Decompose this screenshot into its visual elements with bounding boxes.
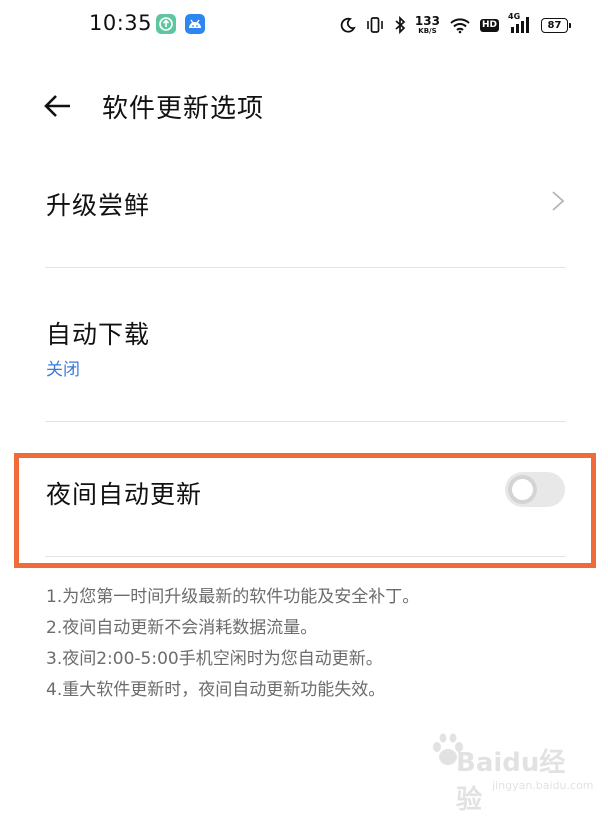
battery-level: 87 (547, 19, 562, 31)
battery-icon: 87 (541, 17, 571, 33)
vibrate-icon (365, 16, 385, 34)
toggle-knob (512, 479, 533, 500)
status-bar: 10:35 133 KB/S HD 4G 87 (0, 0, 608, 50)
net-speed: 133 KB/S (414, 14, 440, 35)
auto-download-label: 自动下载 (46, 320, 151, 349)
page-title: 软件更新选项 (102, 94, 265, 124)
watermark-sub: jingyan.baidu.com (492, 779, 594, 792)
auto-download-value: 关闭 (46, 360, 80, 380)
upgrade-preview-label: 升级尝鲜 (46, 191, 151, 220)
night-auto-update-label: 夜间自动更新 (46, 480, 203, 509)
signal-icon: 4G (508, 12, 532, 34)
status-time: 10:35 (89, 11, 153, 35)
divider (45, 556, 566, 557)
app-green-icon (156, 14, 176, 34)
app-blue-icon (185, 14, 205, 34)
signal-label: 4G (508, 12, 521, 21)
back-arrow-icon[interactable] (43, 91, 73, 121)
chevron-right-icon (550, 189, 566, 213)
wifi-icon (449, 16, 471, 34)
note-item: 4.重大软件更新时，夜间自动更新功能失效。 (46, 680, 386, 700)
baidu-watermark: Baidu经验 jingyan.baidu.com (428, 726, 594, 815)
note-item: 3.夜间2:00-5:00手机空闲时为您自动更新。 (46, 649, 383, 669)
night-auto-update-toggle[interactable] (505, 472, 565, 507)
upgrade-preview-row[interactable]: 升级尝鲜 (0, 160, 608, 268)
status-icons: 133 KB/S HD 4G 87 (340, 12, 571, 38)
moon-icon (340, 17, 356, 33)
hd-icon: HD (479, 18, 499, 32)
note-item: 2.夜间自动更新不会消耗数据流量。 (46, 618, 318, 638)
notes-list: 1.为您第一时间升级最新的软件功能及安全补丁。 2.夜间自动更新不会消耗数据流量… (46, 582, 419, 706)
bluetooth-icon (394, 16, 406, 34)
note-item: 1.为您第一时间升级最新的软件功能及安全补丁。 (46, 587, 420, 607)
auto-download-row[interactable]: 自动下载 关闭 (0, 268, 608, 422)
